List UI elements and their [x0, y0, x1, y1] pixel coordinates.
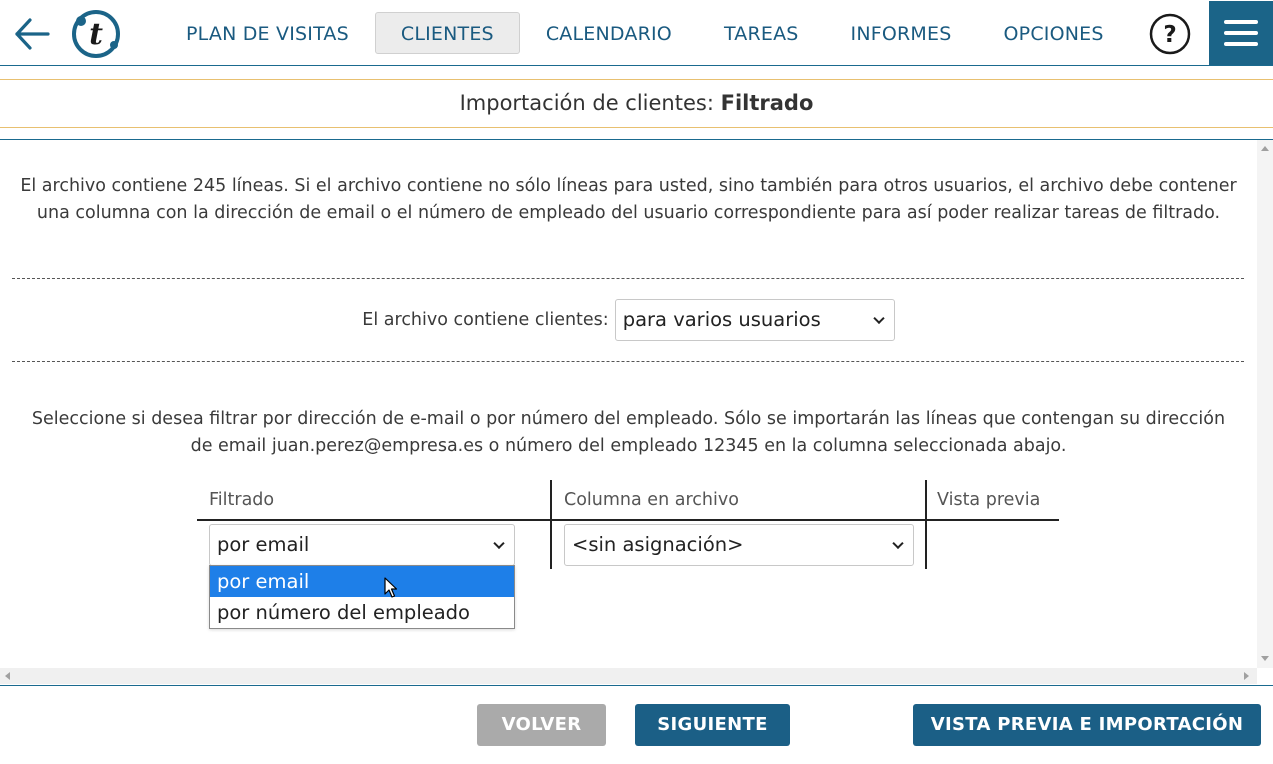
main-nav: PLAN DE VISITAS CLIENTES CALENDARIO TARE…	[160, 0, 1130, 66]
scroll-down-icon[interactable]	[1261, 656, 1269, 661]
filter-table: Filtrado Columna en archivo Vista previa…	[197, 480, 1059, 569]
nav-plan-de-visitas[interactable]: PLAN DE VISITAS	[160, 12, 375, 54]
dropdown-option-employee-number[interactable]: por número del empleado	[210, 597, 514, 628]
dashed-divider	[12, 278, 1244, 279]
chevron-down-icon	[493, 537, 505, 550]
scroll-up-icon[interactable]	[1261, 146, 1269, 151]
filter-instructions: Seleccione si desea filtrar por direcció…	[31, 409, 1226, 456]
main-content: El archivo contiene 245 líneas. Si el ar…	[0, 140, 1257, 668]
footer-divider	[0, 685, 1273, 686]
clients-select[interactable]: para varios usuarios	[614, 299, 895, 341]
scroll-left-icon[interactable]	[5, 672, 10, 680]
page-title: Importación de clientes: Filtrado	[0, 79, 1273, 128]
header-filtrado: Filtrado	[209, 490, 275, 510]
table-column-divider	[550, 480, 552, 569]
dashed-divider	[12, 361, 1244, 362]
header-vista-previa: Vista previa	[937, 490, 1041, 510]
preview-import-button[interactable]: VISTA PREVIA E IMPORTACIÓN	[913, 704, 1261, 746]
page-title-step: Filtrado	[720, 91, 814, 115]
nav-tareas[interactable]: TAREAS	[698, 12, 825, 54]
help-button[interactable]: ?	[1149, 13, 1191, 55]
nav-calendario[interactable]: CALENDARIO	[520, 12, 698, 54]
back-button[interactable]	[12, 14, 52, 54]
column-select[interactable]: <sin asignación>	[564, 524, 914, 566]
filter-type-value: por email	[217, 533, 310, 556]
clients-label: El archivo contiene clientes:	[362, 310, 609, 330]
hamburger-menu-button[interactable]	[1209, 1, 1273, 65]
horizontal-scrollbar[interactable]	[0, 668, 1257, 684]
clients-select-value: para varios usuarios	[622, 308, 821, 331]
header-columna: Columna en archivo	[564, 490, 739, 510]
nav-informes[interactable]: INFORMES	[825, 12, 978, 54]
dropdown-option-email[interactable]: por email	[210, 566, 514, 597]
chevron-down-icon	[873, 312, 885, 325]
intro-text: El archivo contiene 245 líneas. Si el ar…	[20, 176, 1237, 223]
table-column-divider	[925, 480, 927, 569]
clients-row: El archivo contiene clientes: para vario…	[0, 299, 1257, 341]
logo-letter: t	[89, 17, 103, 52]
app-logo[interactable]: t	[70, 9, 122, 59]
filter-type-select[interactable]: por email	[209, 524, 515, 566]
filter-type-dropdown: por email por número del empleado	[209, 565, 515, 629]
volver-button[interactable]: VOLVER	[477, 704, 606, 746]
table-header-rule	[197, 519, 1059, 521]
vertical-scrollbar[interactable]	[1257, 140, 1273, 668]
page-title-prefix: Importación de clientes:	[459, 91, 714, 115]
column-select-value: <sin asignación>	[572, 533, 744, 556]
nav-clientes[interactable]: CLIENTES	[374, 12, 520, 54]
top-navigation-bar: t PLAN DE VISITAS CLIENTES CALENDARIO TA…	[0, 0, 1273, 66]
nav-opciones[interactable]: OPCIONES	[978, 12, 1130, 54]
siguiente-button[interactable]: SIGUIENTE	[635, 704, 790, 746]
help-label: ?	[1163, 22, 1176, 48]
mouse-pointer-icon	[384, 577, 398, 598]
logo-icon: t	[72, 10, 120, 58]
question-circle-icon: ?	[1149, 13, 1191, 55]
arrow-left-icon	[15, 18, 50, 50]
chevron-down-icon	[892, 537, 904, 550]
scroll-right-icon[interactable]	[1244, 672, 1249, 680]
